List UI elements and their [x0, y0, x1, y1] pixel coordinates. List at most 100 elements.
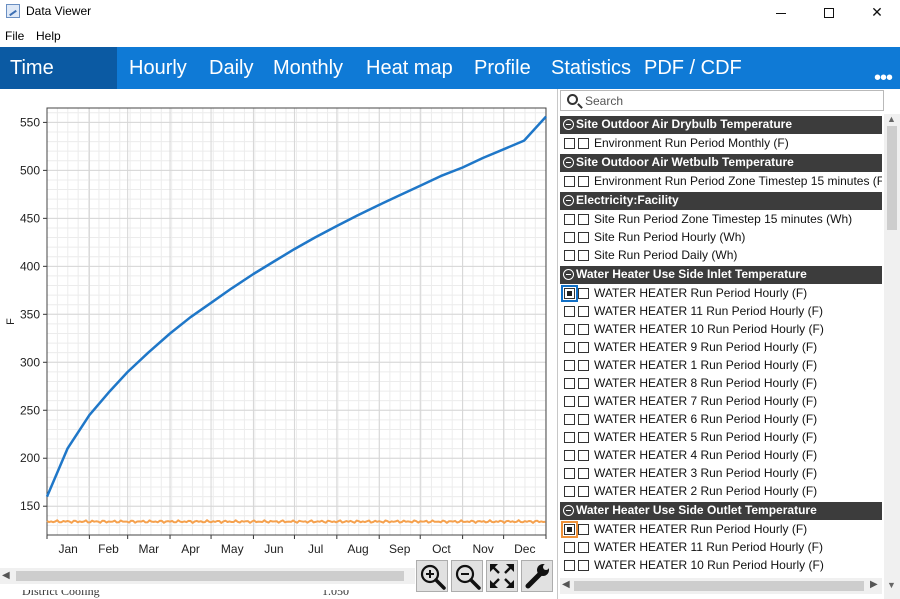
scrollbar-thumb[interactable] [887, 126, 897, 230]
plot-left-axis-checkbox[interactable] [564, 342, 575, 353]
plot-right-axis-checkbox[interactable] [578, 432, 589, 443]
plot-left-axis-checkbox[interactable] [564, 176, 575, 187]
series-item[interactable]: WATER HEATER Run Period Hourly (F) [560, 520, 882, 538]
series-item[interactable]: WATER HEATER 9 Run Period Hourly (F) [560, 338, 882, 356]
tab-heat-map[interactable]: Heat map [358, 47, 461, 89]
plot-right-axis-checkbox[interactable] [578, 414, 589, 425]
minimize-button[interactable] [758, 0, 804, 24]
plot-right-axis-checkbox[interactable] [578, 324, 589, 335]
settings-button[interactable] [521, 560, 553, 592]
plot-right-axis-checkbox[interactable] [578, 214, 589, 225]
plot-left-axis-checkbox[interactable] [564, 396, 575, 407]
plot-right-axis-checkbox[interactable] [578, 396, 589, 407]
group-header[interactable]: Site Outdoor Air Wetbulb Temperature [560, 154, 882, 172]
scrollbar-thumb[interactable] [574, 581, 864, 591]
tab-profile[interactable]: Profile [466, 47, 539, 89]
series-item[interactable]: WATER HEATER 5 Run Period Hourly (F) [560, 428, 882, 446]
plot-right-axis-checkbox[interactable] [578, 342, 589, 353]
plot-right-axis-checkbox[interactable] [578, 560, 589, 571]
chart-horizontal-scrollbar[interactable]: ◀ [0, 568, 415, 584]
plot-right-axis-checkbox[interactable] [578, 138, 589, 149]
plot-left-axis-checkbox[interactable] [564, 560, 575, 571]
time-series-chart[interactable]: 150 200 250 300 350 400 450 500 550 Jan Feb Mar Apr M… [0, 89, 556, 565]
group-header[interactable]: Site Outdoor Air Drybulb Temperature [560, 116, 882, 134]
panel-horizontal-scrollbar[interactable]: ◀ ▶ [560, 578, 882, 594]
series-item[interactable]: WATER HEATER 11 Run Period Hourly (F) [560, 302, 882, 320]
tab-monthly[interactable]: Monthly [265, 47, 351, 89]
series-item[interactable]: Environment Run Period Zone Timestep 15 … [560, 172, 882, 190]
plot-right-axis-checkbox[interactable] [578, 176, 589, 187]
plot-right-axis-checkbox[interactable] [578, 250, 589, 261]
plot-right-axis-checkbox[interactable] [578, 288, 589, 299]
series-item[interactable]: Site Run Period Zone Timestep 15 minutes… [560, 210, 882, 228]
plot-right-axis-checkbox[interactable] [578, 524, 589, 535]
series-item[interactable]: WATER HEATER 11 Run Period Hourly (F) [560, 538, 882, 556]
plot-left-axis-checkbox[interactable] [564, 306, 575, 317]
search-box[interactable] [560, 90, 884, 111]
zoom-out-button[interactable] [451, 560, 483, 592]
group-header[interactable]: Water Heater Use Side Inlet Temperature [560, 266, 882, 284]
series-item[interactable]: WATER HEATER 6 Run Period Hourly (F) [560, 410, 882, 428]
scroll-down-arrow-icon[interactable]: ▼ [887, 580, 896, 590]
series-item[interactable]: Site Run Period Hourly (Wh) [560, 228, 882, 246]
scroll-right-arrow-icon[interactable]: ▶ [870, 579, 878, 590]
collapse-icon[interactable] [563, 269, 574, 280]
plot-right-axis-checkbox[interactable] [578, 450, 589, 461]
plot-left-axis-checkbox[interactable] [564, 468, 575, 479]
scroll-up-arrow-icon[interactable]: ▲ [887, 114, 896, 124]
plot-left-axis-checkbox[interactable] [564, 414, 575, 425]
series-item[interactable]: Site Run Period Daily (Wh) [560, 246, 882, 264]
tab-pdf-cdf[interactable]: PDF / CDF [636, 47, 750, 89]
group-header[interactable]: Electricity:Facility [560, 192, 882, 210]
more-options-icon[interactable]: ••• [874, 67, 893, 90]
plot-right-axis-checkbox[interactable] [578, 306, 589, 317]
series-item[interactable]: WATER HEATER Run Period Hourly (F) [560, 284, 882, 302]
tab-hourly[interactable]: Hourly [121, 47, 195, 89]
plot-left-axis-checkbox[interactable] [564, 542, 575, 553]
series-item[interactable]: WATER HEATER 10 Run Period Hourly (F) [560, 556, 882, 574]
maximize-button[interactable] [806, 0, 852, 24]
plot-left-axis-checkbox[interactable] [564, 232, 575, 243]
plot-left-axis-checkbox[interactable] [564, 324, 575, 335]
plot-right-axis-checkbox[interactable] [578, 468, 589, 479]
series-item[interactable]: WATER HEATER 1 Run Period Hourly (F) [560, 356, 882, 374]
plot-left-axis-checkbox[interactable] [564, 214, 575, 225]
plot-left-axis-checkbox[interactable] [564, 138, 575, 149]
plot-right-axis-checkbox[interactable] [578, 360, 589, 371]
tab-daily[interactable]: Daily [201, 47, 261, 89]
plot-left-axis-checkbox[interactable] [564, 360, 575, 371]
series-item[interactable]: WATER HEATER 4 Run Period Hourly (F) [560, 446, 882, 464]
plot-left-axis-checkbox[interactable] [564, 432, 575, 443]
close-button[interactable]: ✕ [854, 0, 900, 24]
scroll-left-arrow-icon[interactable]: ◀ [2, 568, 10, 584]
tab-statistics[interactable]: Statistics [543, 47, 639, 89]
collapse-icon[interactable] [563, 157, 574, 168]
plot-right-axis-checkbox[interactable] [578, 486, 589, 497]
plot-left-axis-checkbox[interactable] [564, 250, 575, 261]
plot-left-axis-checkbox[interactable] [561, 285, 578, 302]
collapse-icon[interactable] [563, 195, 574, 206]
series-item[interactable]: WATER HEATER 10 Run Period Hourly (F) [560, 320, 882, 338]
plot-left-axis-checkbox[interactable] [561, 521, 578, 538]
panel-vertical-scrollbar[interactable]: ▲ ▼ [884, 114, 900, 599]
plot-left-axis-checkbox[interactable] [564, 378, 575, 389]
tab-time-series[interactable]: Time series [0, 47, 117, 121]
menu-file[interactable]: File [5, 29, 24, 43]
plot-right-axis-checkbox[interactable] [578, 378, 589, 389]
plot-right-axis-checkbox[interactable] [578, 542, 589, 553]
zoom-in-button[interactable] [416, 560, 448, 592]
plot-left-axis-checkbox[interactable] [564, 450, 575, 461]
fit-view-button[interactable] [486, 560, 518, 592]
series-item[interactable]: WATER HEATER 3 Run Period Hourly (F) [560, 464, 882, 482]
series-item[interactable]: Environment Run Period Monthly (F) [560, 134, 882, 152]
scrollbar-thumb[interactable] [16, 571, 404, 581]
search-input[interactable] [585, 93, 875, 108]
series-item[interactable]: WATER HEATER 2 Run Period Hourly (F) [560, 482, 882, 500]
plot-right-axis-checkbox[interactable] [578, 232, 589, 243]
menu-help[interactable]: Help [36, 29, 61, 43]
series-item[interactable]: WATER HEATER 8 Run Period Hourly (F) [560, 374, 882, 392]
collapse-icon[interactable] [563, 119, 574, 130]
collapse-icon[interactable] [563, 505, 574, 516]
scroll-left-arrow-icon[interactable]: ◀ [562, 579, 570, 590]
group-header[interactable]: Water Heater Use Side Outlet Temperature [560, 502, 882, 520]
